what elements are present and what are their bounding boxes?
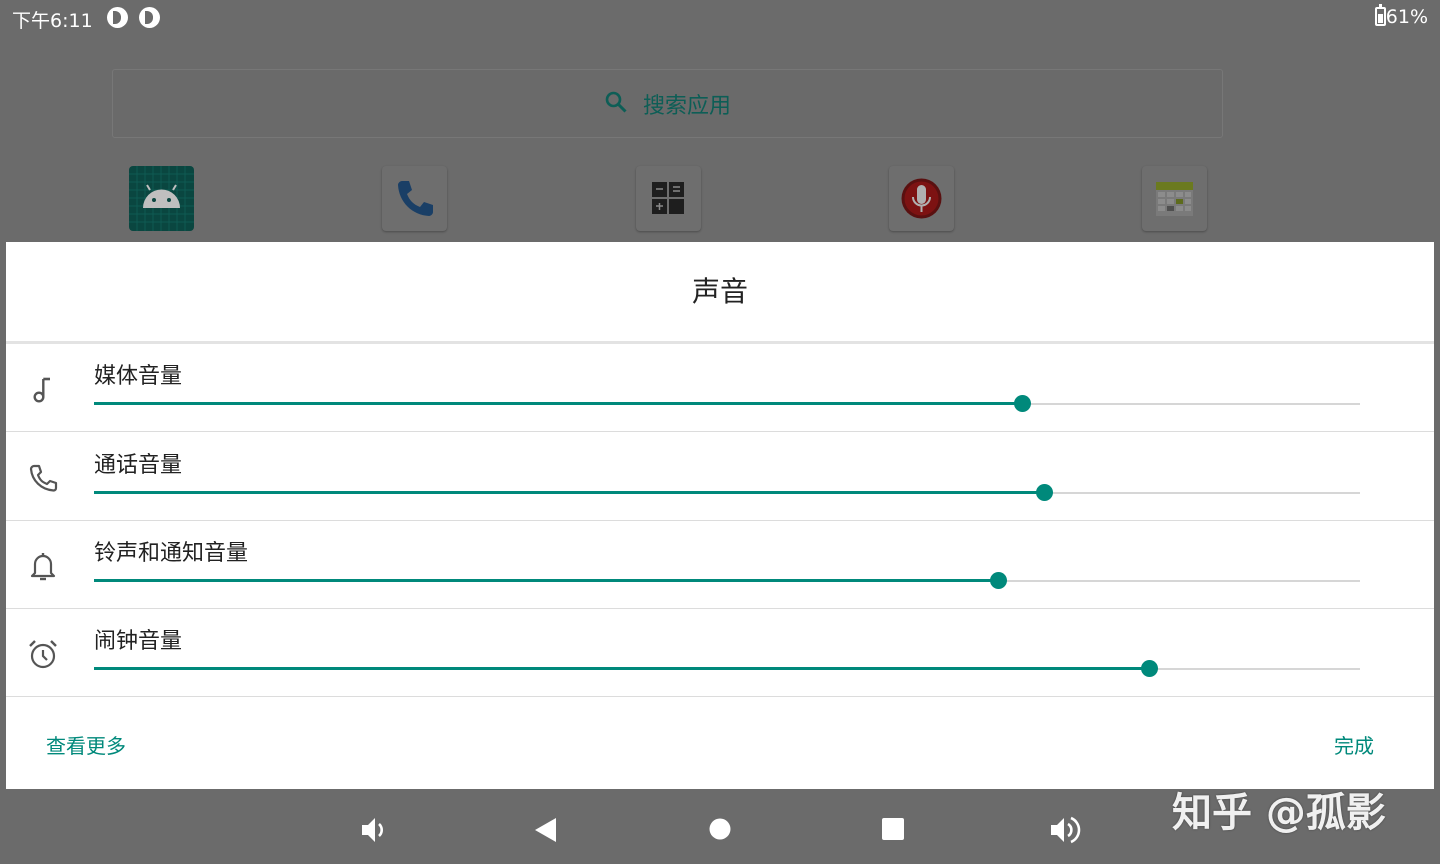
call-volume-row: 通话音量 xyxy=(6,433,1434,521)
battery-fill xyxy=(1378,13,1383,23)
home-icon xyxy=(709,818,731,840)
app-search-label: 搜索应用 xyxy=(642,94,731,119)
music-note-icon xyxy=(33,377,50,403)
battery-percent: 61% xyxy=(1385,6,1428,28)
calculator-app-icon[interactable] xyxy=(636,166,701,231)
slider-thumb[interactable] xyxy=(989,572,1007,589)
alarm-icon xyxy=(29,640,57,669)
volume-up-icon xyxy=(1051,816,1081,844)
call-volume-slider[interactable] xyxy=(94,481,1360,505)
ring-volume-row: 铃声和通知音量 xyxy=(6,521,1434,609)
ring-volume-slider[interactable] xyxy=(94,569,1360,593)
watermark: 知乎 @孤影 xyxy=(1172,790,1386,836)
bell-icon xyxy=(30,553,56,581)
sound-recorder-icon xyxy=(901,178,942,219)
slider-fill xyxy=(94,667,1149,670)
calculator-icon xyxy=(652,182,684,214)
recents-button[interactable] xyxy=(871,808,915,852)
android-app-icon[interactable] xyxy=(129,166,194,231)
screen: 下午6:11 61% 搜索应用 声音 媒体音量 通话音量 铃声和通知音量 闹钟音… xyxy=(0,0,1440,864)
see-more-button[interactable]: 查看更多 xyxy=(46,730,126,759)
alarm-volume-label: 闹钟音量 xyxy=(94,629,183,654)
calendar-app-icon[interactable] xyxy=(1142,166,1207,231)
alarm-volume-slider[interactable] xyxy=(94,657,1360,681)
slider-thumb[interactable] xyxy=(1140,660,1158,677)
back-button[interactable] xyxy=(524,808,568,852)
battery-icon xyxy=(1375,4,1386,26)
back-icon xyxy=(535,818,556,842)
calendar-icon xyxy=(1156,182,1193,216)
slider-thumb[interactable] xyxy=(1035,484,1053,501)
sound-recorder-app-icon[interactable] xyxy=(889,166,954,231)
phone-icon xyxy=(398,181,433,216)
recents-icon xyxy=(882,818,904,840)
phone-icon xyxy=(29,464,58,492)
sound-dialog: 声音 媒体音量 通话音量 铃声和通知音量 闹钟音量 查看更多 完成 xyxy=(6,242,1434,789)
search-icon xyxy=(605,91,627,113)
slider-fill xyxy=(94,402,1022,405)
done-button[interactable]: 完成 xyxy=(1334,730,1374,759)
app-search-bar[interactable]: 搜索应用 xyxy=(112,69,1223,138)
notification-icon xyxy=(139,7,160,28)
media-volume-row: 媒体音量 xyxy=(6,344,1434,432)
android-icon xyxy=(129,166,194,231)
call-volume-label: 通话音量 xyxy=(94,453,183,478)
phone-app-icon[interactable] xyxy=(382,166,447,231)
volume-down-button[interactable] xyxy=(353,808,397,852)
media-volume-label: 媒体音量 xyxy=(94,364,183,389)
dialog-title: 声音 xyxy=(691,275,748,308)
app-search-content: 搜索应用 xyxy=(113,88,1222,120)
volume-down-icon xyxy=(362,818,383,842)
ring-volume-label: 铃声和通知音量 xyxy=(94,541,249,566)
alarm-volume-row: 闹钟音量 xyxy=(6,609,1434,697)
status-time: 下午6:11 xyxy=(12,10,93,32)
media-volume-slider[interactable] xyxy=(94,392,1360,416)
status-bar: 下午6:11 61% xyxy=(0,0,1440,36)
volume-up-button[interactable] xyxy=(1044,808,1088,852)
notification-icon xyxy=(107,7,128,28)
slider-fill xyxy=(94,491,1044,494)
slider-thumb[interactable] xyxy=(1013,395,1031,412)
slider-fill xyxy=(94,579,998,582)
home-button[interactable] xyxy=(698,808,742,852)
